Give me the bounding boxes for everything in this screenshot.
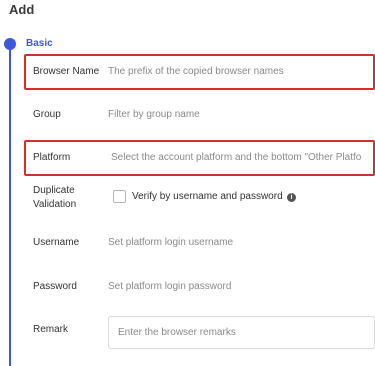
duplicate-validation-label-1: Duplicate [33,185,75,196]
remark-label: Remark [33,324,69,335]
platform-label: Platform [33,152,71,163]
remark-placeholder: Enter the browser remarks [118,327,236,338]
username-input[interactable]: Set platform login username [108,237,368,248]
verify-checkbox[interactable] [113,190,126,203]
verify-checkbox-label[interactable]: Verify by username and password [132,190,283,204]
group-input[interactable]: Filter by group name [108,109,368,120]
group-label: Group [33,109,61,120]
platform-select[interactable]: Select the account platform and the bott… [111,152,375,163]
page-title: Add [9,2,35,17]
browser-name-input[interactable]: The prefix of the copied browser names [108,66,368,77]
remark-textarea[interactable]: Enter the browser remarks [108,316,375,349]
info-icon[interactable]: i [287,193,296,202]
timeline-dot [4,38,16,50]
password-label: Password [33,281,77,292]
section-label: Basic [26,38,53,49]
username-label: Username [33,237,80,248]
browser-name-label: Browser Name [33,66,100,77]
password-input[interactable]: Set platform login password [108,281,368,292]
timeline-line [9,45,11,366]
duplicate-validation-label-2: Validation [33,199,77,210]
